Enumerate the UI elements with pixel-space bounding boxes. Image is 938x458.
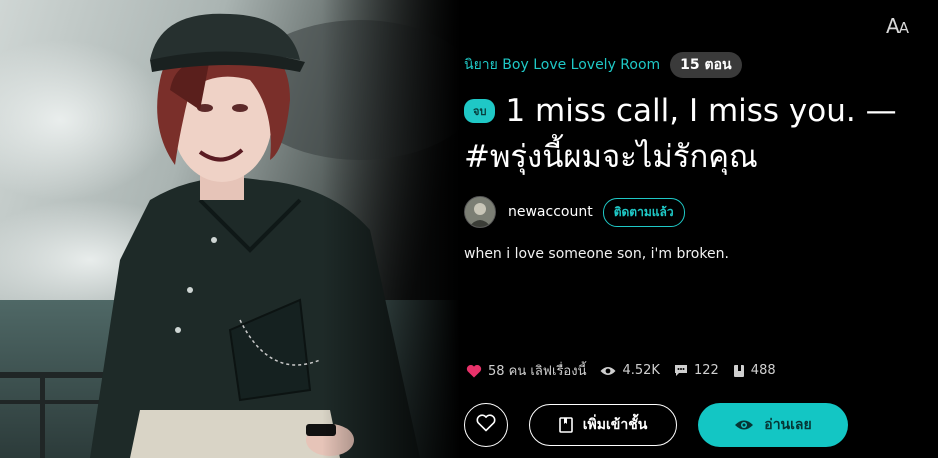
library-count: 488 <box>750 363 776 378</box>
add-to-library-button[interactable]: เพิ่มเข้าชั้น <box>529 404 677 446</box>
author-name[interactable]: newaccount <box>508 204 593 220</box>
font-size-toggle[interactable]: AA <box>886 14 909 38</box>
meta-row: นิยาย Boy Love Lovely Room 15 ตอน <box>464 52 742 78</box>
library-stat: 488 <box>733 363 776 378</box>
views-stat: 4.52K <box>600 363 660 378</box>
comments-stat: 122 <box>674 363 719 378</box>
eye-icon <box>734 418 754 432</box>
author-row: newaccount ติดตามแล้ว <box>464 196 685 228</box>
novel-info-panel: AA นิยาย Boy Love Lovely Room 15 ตอน จบ 1… <box>460 0 938 458</box>
heart-icon <box>466 364 482 378</box>
comments-count: 122 <box>693 363 719 378</box>
book-icon <box>733 364 745 378</box>
synopsis: when i love someone son, i'm broken. <box>464 246 729 262</box>
episode-count-badge: 15 ตอน <box>670 52 742 78</box>
likes-count: 58 คน เลิฟเรื่องนี้ <box>488 364 587 379</box>
bookshelf-icon <box>558 417 573 433</box>
add-to-library-label: เพิ่มเข้าชั้น <box>582 417 648 433</box>
category-link[interactable]: นิยาย Boy Love Lovely Room <box>464 54 660 76</box>
novel-title: 1 miss call, I miss you. — #พรุ่งนี้ผมจะ… <box>464 93 897 175</box>
like-button[interactable] <box>464 403 508 447</box>
likes-stat: 58 คน เลิฟเรื่องนี้ <box>466 360 586 381</box>
action-bar: เพิ่มเข้าชั้น อ่านเลย <box>464 403 848 447</box>
follow-button[interactable]: ติดตามแล้ว <box>602 197 685 227</box>
stats-row: 58 คน เลิฟเรื่องนี้ 4.52K 122 488 <box>466 360 790 381</box>
read-now-button[interactable]: อ่านเลย <box>698 403 848 447</box>
font-size-icon: AA <box>886 14 909 38</box>
cover-image <box>0 0 460 458</box>
read-now-label: อ่านเลย <box>764 417 812 433</box>
heart-outline-icon <box>476 414 496 436</box>
views-count: 4.52K <box>622 363 660 378</box>
status-badge: จบ <box>464 99 496 123</box>
comment-icon <box>674 364 688 377</box>
avatar[interactable] <box>464 196 496 228</box>
eye-icon <box>600 365 616 377</box>
title-block: จบ 1 miss call, I miss you. — #พรุ่งนี้ผม… <box>464 88 924 180</box>
